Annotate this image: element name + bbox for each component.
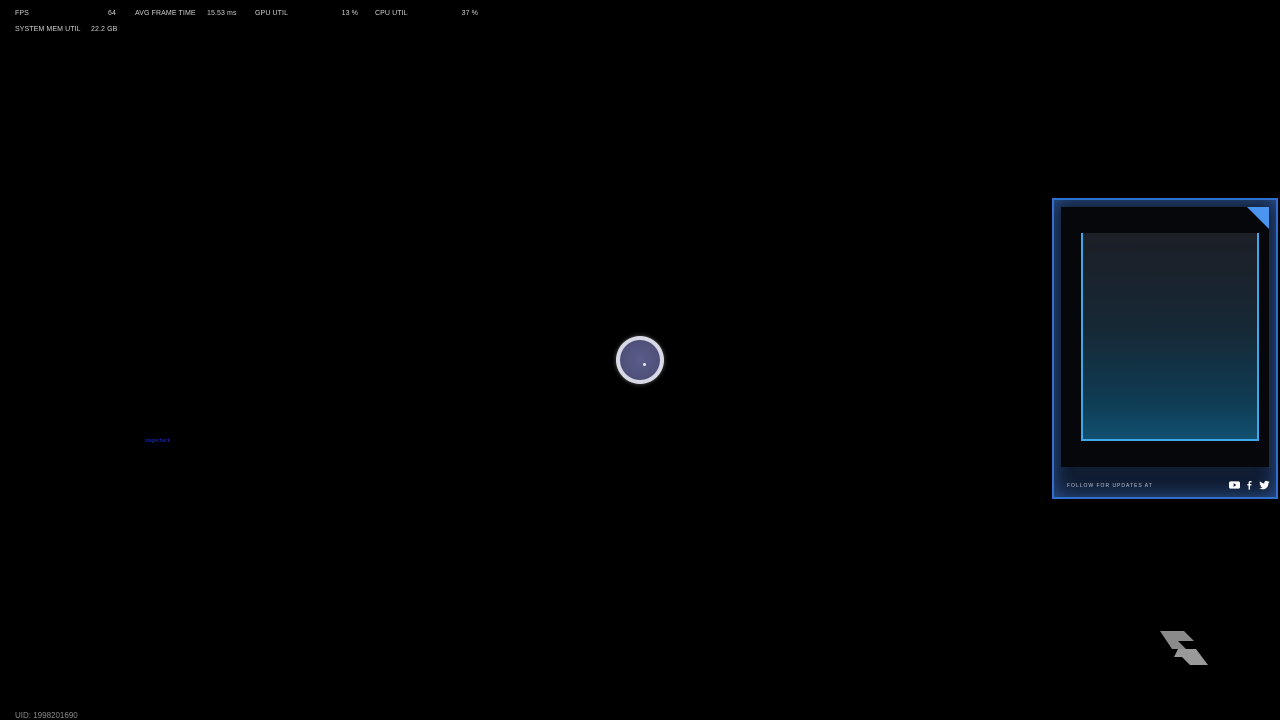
promo-panel: FOLLOW FOR UPDATES AT bbox=[1052, 198, 1278, 499]
youtube-icon[interactable] bbox=[1229, 480, 1240, 490]
system-mem-label: SYSTEM MEM UTIL bbox=[15, 26, 81, 33]
fps-label: FPS bbox=[15, 10, 29, 17]
promo-image-area bbox=[1081, 233, 1259, 441]
perf-row-2: SYSTEM MEM UTIL 22.2 GB bbox=[0, 26, 520, 38]
gpu-util-label: GPU UTIL bbox=[255, 10, 289, 17]
studio-logo bbox=[1160, 631, 1208, 665]
perf-row-1: FPS 64 AVG FRAME TIME 15.53 ms GPU UTIL … bbox=[0, 10, 520, 22]
cpu-util-label: CPU UTIL bbox=[375, 10, 408, 17]
fps-value: 64 bbox=[108, 10, 116, 17]
gpu-util-value: 13 % bbox=[341, 10, 358, 17]
facebook-icon[interactable] bbox=[1244, 480, 1255, 490]
blue-text-label: stagecheck bbox=[145, 438, 171, 444]
avg-frame-time-value: 15.53 ms bbox=[207, 10, 237, 17]
uid-label: UID: 1998201690 bbox=[15, 711, 78, 720]
spinner-core bbox=[620, 340, 660, 380]
loading-spinner bbox=[616, 336, 664, 384]
promo-social-links bbox=[1229, 480, 1270, 490]
promo-footer-text: FOLLOW FOR UPDATES AT bbox=[1067, 483, 1153, 489]
promo-corner-accent bbox=[1247, 207, 1269, 229]
system-mem-value: 22.2 GB bbox=[91, 26, 118, 33]
game-screen: FPS 64 AVG FRAME TIME 15.53 ms GPU UTIL … bbox=[0, 0, 1280, 720]
twitter-icon[interactable] bbox=[1259, 480, 1270, 490]
avg-frame-time-label: AVG FRAME TIME bbox=[135, 10, 196, 17]
cpu-util-value: 37 % bbox=[461, 10, 478, 17]
spinner-dot bbox=[642, 362, 646, 366]
